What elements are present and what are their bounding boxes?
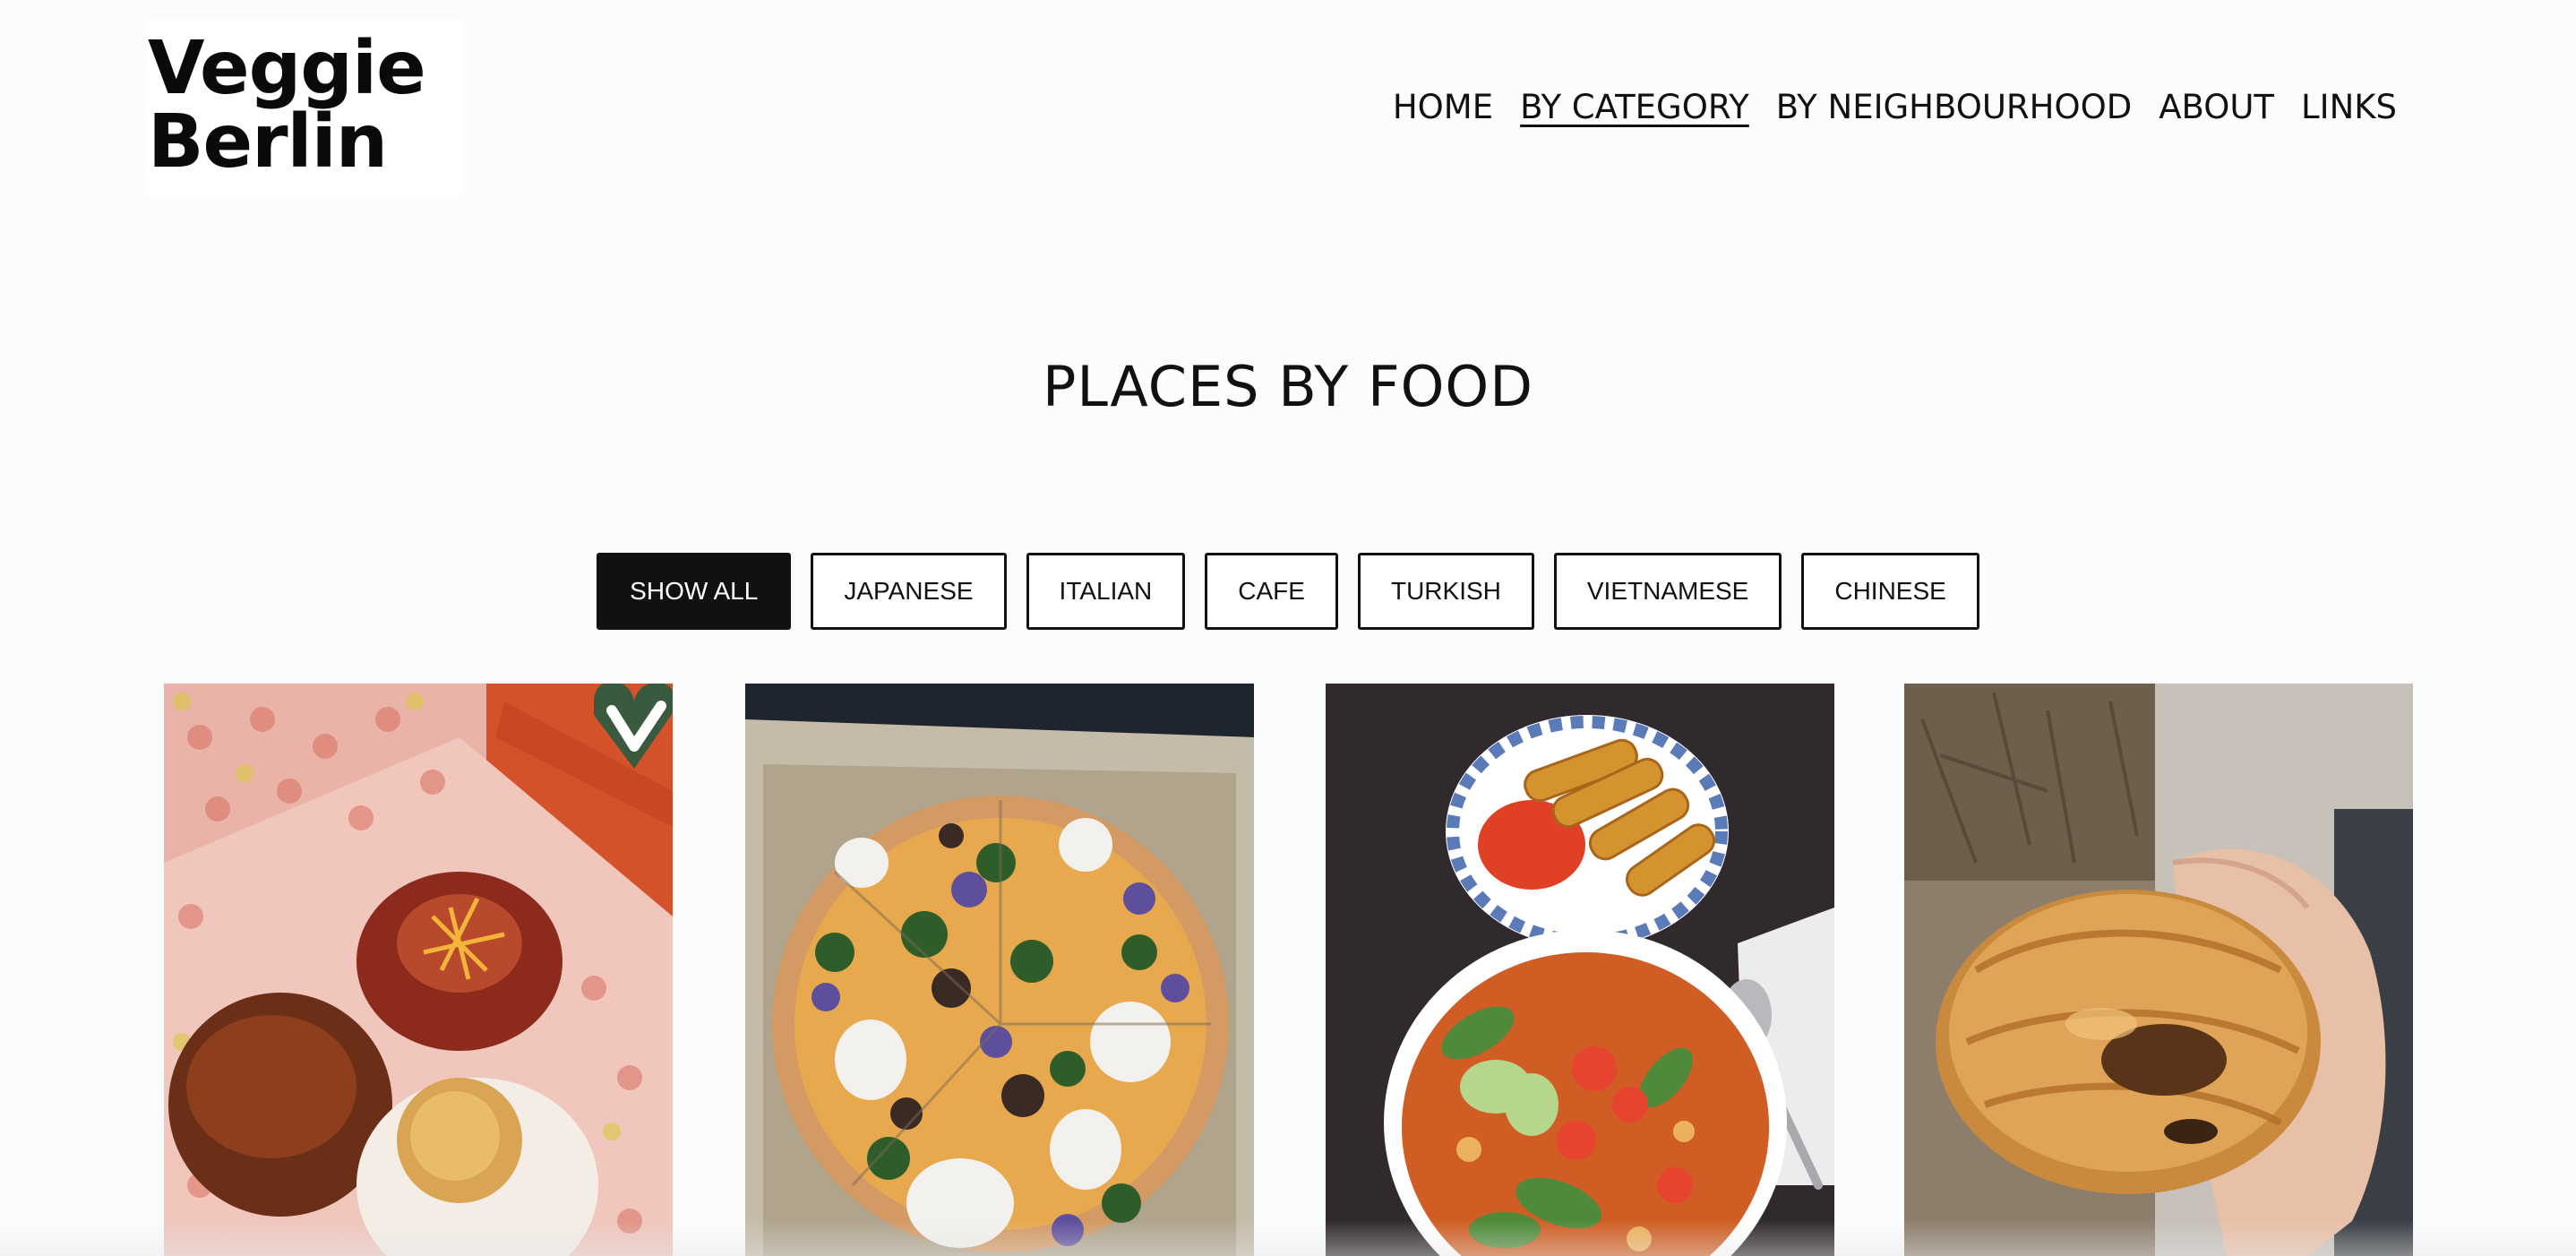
- food-gallery: [0, 684, 2576, 1256]
- site-logo[interactable]: Veggie Berlin: [146, 20, 461, 197]
- donuts-in-box-photo: [164, 684, 673, 1256]
- vegetable-pizza-photo: [745, 684, 1254, 1256]
- main-nav: HOME BY CATEGORY BY NEIGHBOURHOOD ABOUT …: [1393, 88, 2397, 126]
- page-title: PLACES BY FOOD: [1043, 354, 1533, 419]
- filter-show-all[interactable]: SHOW ALL: [597, 553, 792, 630]
- filter-vietnamese[interactable]: VIETNAMESE: [1553, 553, 1782, 630]
- gallery-item-donuts[interactable]: [164, 684, 673, 1256]
- gallery-item-soup[interactable]: [1326, 684, 1834, 1256]
- category-filters: SHOW ALL JAPANESE ITALIAN CAFE TURKISH V…: [0, 553, 2576, 630]
- croissant-in-hand-photo: [1904, 684, 2413, 1256]
- nav-by-category[interactable]: BY CATEGORY: [1520, 88, 1749, 126]
- filter-italian[interactable]: ITALIAN: [1026, 553, 1186, 630]
- nav-about[interactable]: ABOUT: [2159, 88, 2274, 126]
- gallery-item-croissant[interactable]: [1904, 684, 2413, 1256]
- filter-cafe[interactable]: CAFE: [1205, 553, 1338, 630]
- nav-links[interactable]: LINKS: [2301, 88, 2397, 126]
- soup-and-spring-rolls-photo: [1326, 684, 1834, 1256]
- logo-line-1: Veggie: [148, 26, 426, 111]
- logo-line-2: Berlin: [148, 99, 388, 185]
- filter-japanese[interactable]: JAPANESE: [811, 553, 1007, 630]
- nav-by-neighbourhood[interactable]: BY NEIGHBOURHOOD: [1776, 88, 2132, 126]
- nav-home[interactable]: HOME: [1393, 88, 1493, 126]
- filter-chinese[interactable]: CHINESE: [1801, 553, 1979, 630]
- filter-turkish[interactable]: TURKISH: [1357, 553, 1534, 630]
- page: Veggie Berlin HOME BY CATEGORY BY NEIGHB…: [0, 0, 2576, 1256]
- gallery-item-pizza[interactable]: [745, 684, 1254, 1256]
